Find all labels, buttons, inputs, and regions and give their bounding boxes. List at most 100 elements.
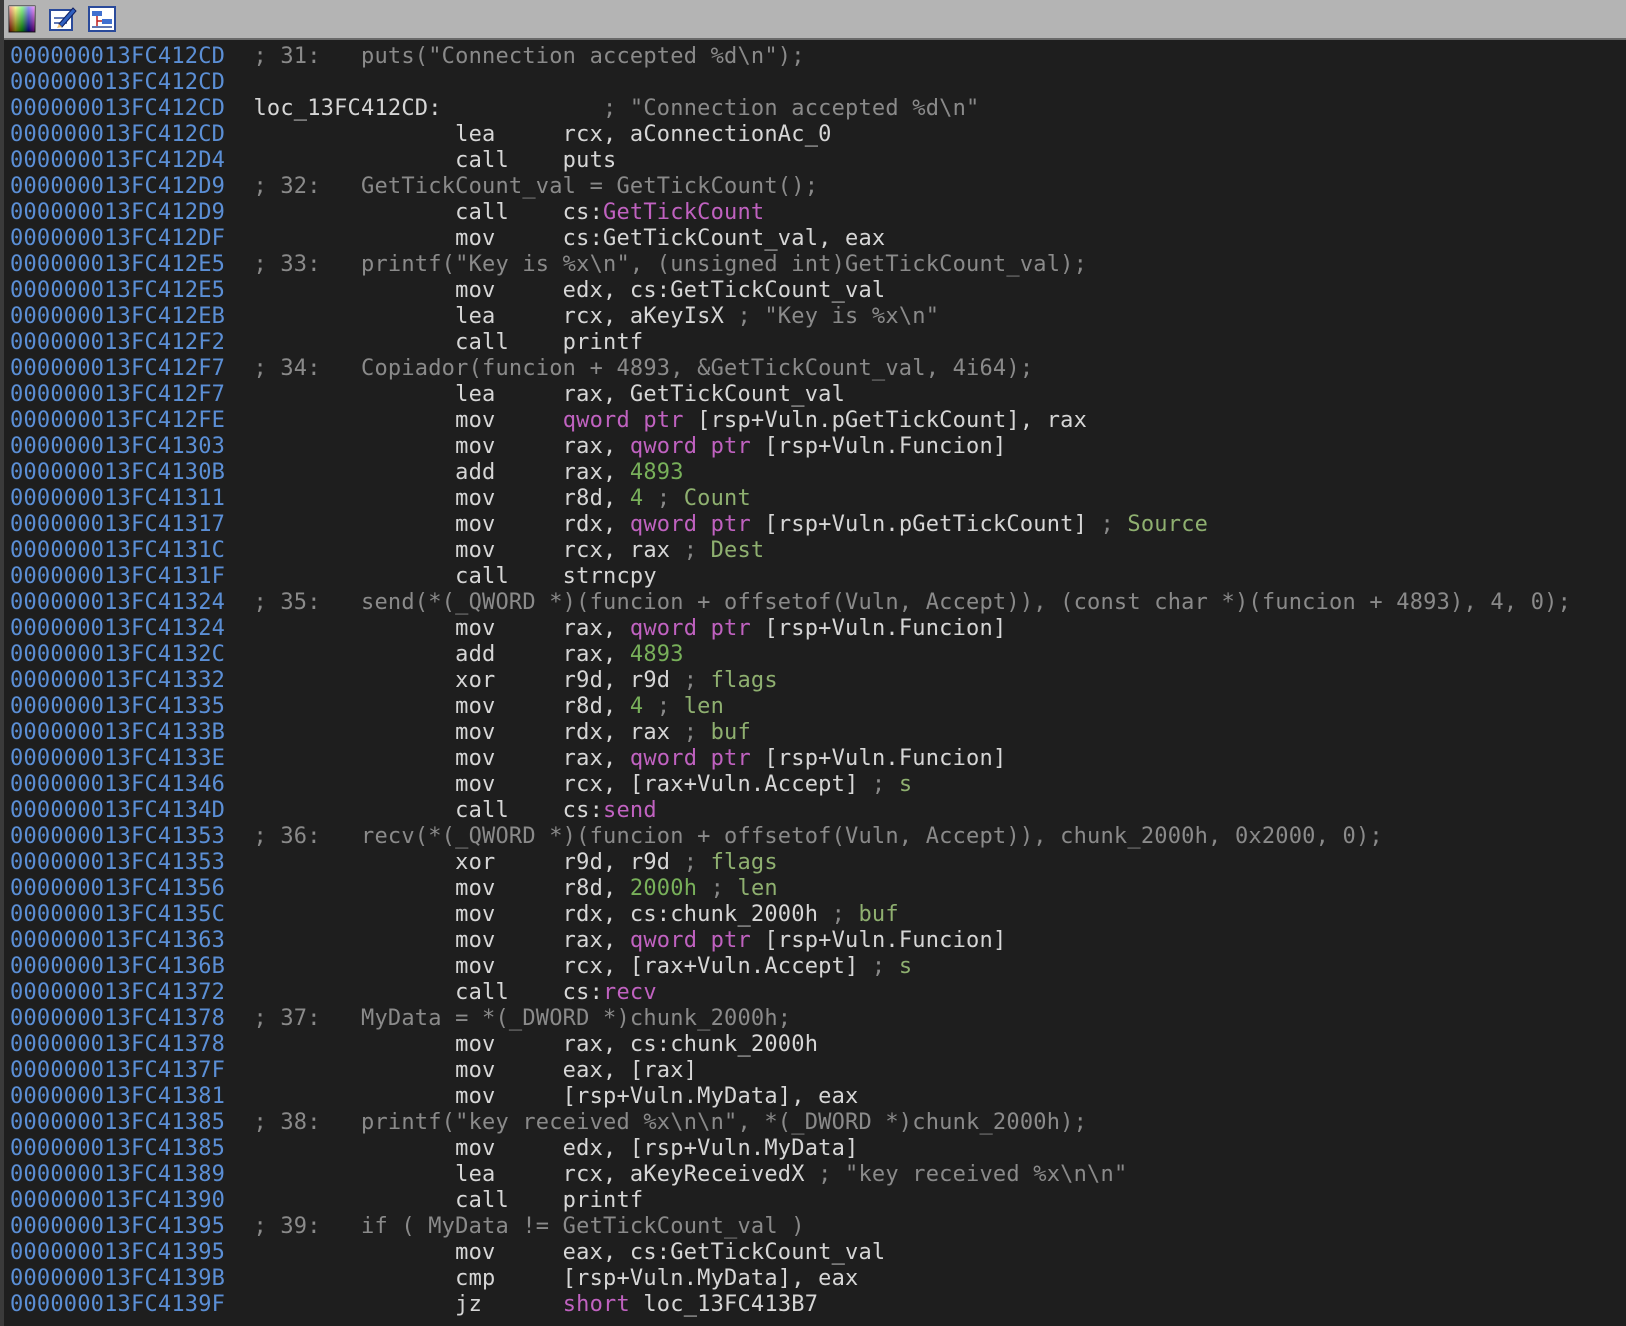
instruction: call cs:send xyxy=(240,798,657,824)
code-token: qword ptr xyxy=(629,434,751,459)
code-line[interactable]: 000000013FC412FE mov qword ptr [rsp+Vuln… xyxy=(4,408,1626,434)
code-token: xor r9d, r9d xyxy=(240,668,671,693)
code-line[interactable]: 000000013FC41353 ; 36: recv(*(_QWORD *)(… xyxy=(4,824,1626,850)
code-line[interactable]: 000000013FC412CD ; 31: puts("Connection … xyxy=(4,44,1626,70)
instruction: call printf xyxy=(240,1188,643,1214)
code-token: flags xyxy=(710,850,778,875)
code-line[interactable]: 000000013FC412CD xyxy=(4,70,1626,96)
code-line[interactable]: 000000013FC41390 call printf xyxy=(4,1188,1626,1214)
code-line[interactable]: 000000013FC4133E mov rax, qword ptr [rsp… xyxy=(4,746,1626,772)
code-line[interactable]: 000000013FC412CD lea rcx, aConnectionAc_… xyxy=(4,122,1626,148)
code-line[interactable]: 000000013FC4133B mov rdx, rax ; buf xyxy=(4,720,1626,746)
code-line[interactable]: 000000013FC4131F call strncpy xyxy=(4,564,1626,590)
code-line[interactable]: 000000013FC4139F jz short loc_13FC413B7 xyxy=(4,1292,1626,1318)
code-line[interactable]: 000000013FC4134D call cs:send xyxy=(4,798,1626,824)
code-line[interactable]: 000000013FC412CD loc_13FC412CD: ; "Conne… xyxy=(4,96,1626,122)
address: 000000013FC41353 xyxy=(10,850,226,875)
code-line[interactable]: 000000013FC4130B add rax, 4893 xyxy=(4,460,1626,486)
code-line[interactable]: 000000013FC41324 mov rax, qword ptr [rsp… xyxy=(4,616,1626,642)
address: 000000013FC41311 xyxy=(10,486,226,511)
code-line[interactable]: 000000013FC41395 mov eax, cs:GetTickCoun… xyxy=(4,1240,1626,1266)
code-line[interactable]: 000000013FC4139B cmp [rsp+Vuln.MyData], … xyxy=(4,1266,1626,1292)
instruction: mov r8d, 4 ; Count xyxy=(240,486,751,512)
code-line[interactable]: 000000013FC41317 mov rdx, qword ptr [rsp… xyxy=(4,512,1626,538)
code-token: mov eax, cs:GetTickCount_val xyxy=(240,1240,886,1265)
instruction: mov eax, [rax] xyxy=(240,1058,697,1084)
address: 000000013FC4131F xyxy=(10,564,226,589)
code-token: buf xyxy=(710,720,751,745)
code-line[interactable]: 000000013FC412F2 call printf xyxy=(4,330,1626,356)
code-line[interactable]: 000000013FC41378 ; 37: MyData = *(_DWORD… xyxy=(4,1006,1626,1032)
edit-pencil-icon[interactable] xyxy=(46,3,78,35)
disassembly-window: 000000013FC412CD ; 31: puts("Connection … xyxy=(0,0,1626,1326)
code-line[interactable]: 000000013FC41372 call cs:recv xyxy=(4,980,1626,1006)
code-line[interactable]: 000000013FC412D9 call cs:GetTickCount xyxy=(4,200,1626,226)
code-token: mov cs:GetTickCount_val, eax xyxy=(240,226,886,251)
code-line[interactable]: 000000013FC41385 ; 38: printf("key recei… xyxy=(4,1110,1626,1136)
code-token: qword ptr xyxy=(629,616,751,641)
instruction: call cs:recv xyxy=(240,980,657,1006)
code-line[interactable]: 000000013FC41389 lea rcx, aKeyReceivedX … xyxy=(4,1162,1626,1188)
code-token: short xyxy=(562,1292,630,1317)
code-line[interactable]: 000000013FC4136B mov rcx, [rax+Vuln.Acce… xyxy=(4,954,1626,980)
code-token: 4 xyxy=(629,694,644,719)
code-token: mov rcx, [rax+Vuln.Accept] xyxy=(240,954,859,979)
graph-view-icon[interactable] xyxy=(86,3,118,35)
code-token: ; 39: if ( MyData != GetTickCount_val ) xyxy=(240,1214,805,1239)
code-line[interactable]: 000000013FC41346 mov rcx, [rax+Vuln.Acce… xyxy=(4,772,1626,798)
code-line[interactable]: 000000013FC41385 mov edx, [rsp+Vuln.MyDa… xyxy=(4,1136,1626,1162)
code-token: add rax, xyxy=(240,642,630,667)
code-line[interactable]: 000000013FC41395 ; 39: if ( MyData != Ge… xyxy=(4,1214,1626,1240)
code-token: ; xyxy=(818,902,859,927)
code-token: call printf xyxy=(240,1188,644,1213)
code-line[interactable]: 000000013FC41378 mov rax, cs:chunk_2000h xyxy=(4,1032,1626,1058)
code-token: loc_13FC412CD: xyxy=(240,96,442,121)
instruction: mov eax, cs:GetTickCount_val xyxy=(240,1240,885,1266)
code-line[interactable]: 000000013FC41303 mov rax, qword ptr [rsp… xyxy=(4,434,1626,460)
code-line[interactable]: 000000013FC412EB lea rcx, aKeyIsX ; "Key… xyxy=(4,304,1626,330)
code-line[interactable]: 000000013FC4132C add rax, 4893 xyxy=(4,642,1626,668)
code-token: mov r8d, xyxy=(240,694,630,719)
code-line[interactable]: 000000013FC4135C mov rdx, cs:chunk_2000h… xyxy=(4,902,1626,928)
address: 000000013FC41353 xyxy=(10,824,226,849)
code-token: call cs: xyxy=(240,980,604,1005)
code-token: ; 36: recv(*(_QWORD *)(funcion + offseto… xyxy=(240,824,1383,849)
code-token: call printf xyxy=(240,330,644,355)
code-line[interactable]: 000000013FC412F7 ; 34: Copiador(funcion … xyxy=(4,356,1626,382)
code-line[interactable]: 000000013FC412D9 ; 32: GetTickCount_val … xyxy=(4,174,1626,200)
code-token: mov rcx, [rax+Vuln.Accept] xyxy=(240,772,859,797)
instruction: add rax, 4893 xyxy=(240,642,684,668)
color-palette-icon[interactable] xyxy=(6,3,38,35)
code-line[interactable]: 000000013FC4137F mov eax, [rax] xyxy=(4,1058,1626,1084)
code-token: mov [rsp+Vuln.MyData], eax xyxy=(240,1084,859,1109)
code-line[interactable]: 000000013FC412F7 lea rax, GetTickCount_v… xyxy=(4,382,1626,408)
code-line[interactable]: 000000013FC4131C mov rcx, rax ; Dest xyxy=(4,538,1626,564)
code-line[interactable]: 000000013FC41381 mov [rsp+Vuln.MyData], … xyxy=(4,1084,1626,1110)
address: 000000013FC4132C xyxy=(10,642,226,667)
code-token: qword ptr xyxy=(629,928,751,953)
code-token: 2000h xyxy=(629,876,698,901)
address: 000000013FC41385 xyxy=(10,1136,226,1161)
code-line[interactable]: 000000013FC41311 mov r8d, 4 ; Count xyxy=(4,486,1626,512)
code-token: ; 35: send(*(_QWORD *)(funcion + offseto… xyxy=(240,590,1572,615)
code-token: ; 33: printf("Key is %x\n", (unsigned in… xyxy=(240,252,1088,277)
address: 000000013FC41395 xyxy=(10,1214,226,1239)
code-line[interactable]: 000000013FC41353 xor r9d, r9d ; flags xyxy=(4,850,1626,876)
address: 000000013FC41378 xyxy=(10,1006,226,1031)
disassembly-listing[interactable]: 000000013FC412CD ; 31: puts("Connection … xyxy=(4,40,1626,1318)
code-line[interactable]: 000000013FC41363 mov rax, qword ptr [rsp… xyxy=(4,928,1626,954)
code-line[interactable]: 000000013FC412DF mov cs:GetTickCount_val… xyxy=(4,226,1626,252)
code-line[interactable]: 000000013FC412E5 mov edx, cs:GetTickCoun… xyxy=(4,278,1626,304)
address: 000000013FC4131C xyxy=(10,538,226,563)
code-line[interactable]: 000000013FC412E5 ; 33: printf("Key is %x… xyxy=(4,252,1626,278)
code-token: ; "key received %x\n\n" xyxy=(804,1162,1128,1187)
instruction: mov rdx, cs:chunk_2000h ; buf xyxy=(240,902,899,928)
instruction: mov qword ptr [rsp+Vuln.pGetTickCount], … xyxy=(240,408,1087,434)
code-line[interactable]: 000000013FC41335 mov r8d, 4 ; len xyxy=(4,694,1626,720)
address: 000000013FC41335 xyxy=(10,694,226,719)
code-line[interactable]: 000000013FC41332 xor r9d, r9d ; flags xyxy=(4,668,1626,694)
instruction: mov rdx, rax ; buf xyxy=(240,720,751,746)
code-line[interactable]: 000000013FC41356 mov r8d, 2000h ; len xyxy=(4,876,1626,902)
code-line[interactable]: 000000013FC41324 ; 35: send(*(_QWORD *)(… xyxy=(4,590,1626,616)
code-line[interactable]: 000000013FC412D4 call puts xyxy=(4,148,1626,174)
